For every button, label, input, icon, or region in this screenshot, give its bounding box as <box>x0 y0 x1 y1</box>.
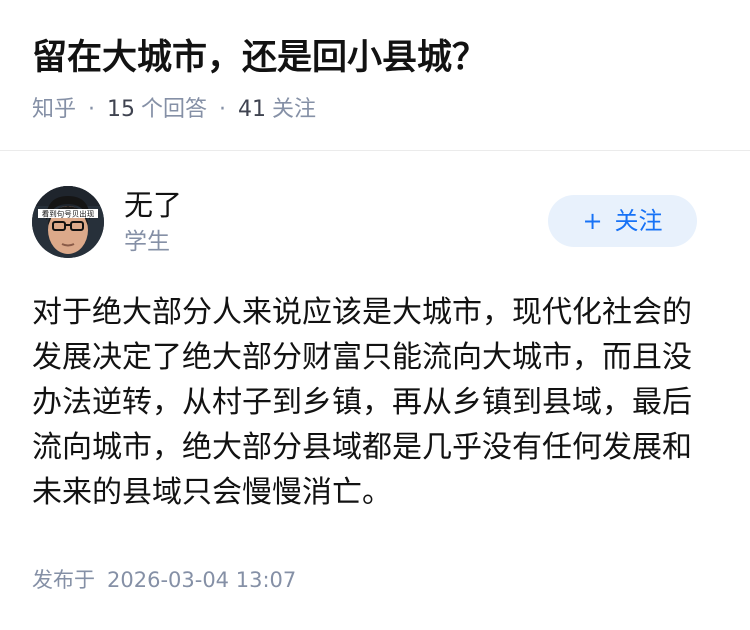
published-label: 发布于 <box>32 568 95 592</box>
author-name[interactable]: 无了 <box>124 186 182 224</box>
question-meta: 知乎 · 15 个回答 · 41 关注 <box>32 94 316 126</box>
answer-count: 15 <box>107 97 136 122</box>
avatar[interactable]: 看到句号贝出现 <box>32 186 104 258</box>
answer-count-label: 个回答 <box>141 97 208 122</box>
follow-count-label: 关注 <box>272 97 317 122</box>
answer-content: 对于绝大部分人来说应该是大城市，现代化社会的发展决定了绝大部分财富只能流向大城市… <box>32 295 692 510</box>
published-time: 2026-03-04 13:07 <box>107 568 297 592</box>
avatar-image: 看到句号贝出现 <box>32 186 104 258</box>
question-header: 留在大城市，还是回小县城？ 知乎 · 15 个回答 · 41 关注 <box>0 0 750 151</box>
question-title[interactable]: 留在大城市，还是回小县城？ <box>32 34 487 82</box>
author-row: 看到句号贝出现 无了 学生 + 关注 <box>32 186 718 260</box>
follow-button-label: 关注 <box>614 207 663 235</box>
meta-separator: · <box>88 97 96 122</box>
author-bio: 学生 <box>124 229 170 255</box>
source-label[interactable]: 知乎 <box>32 97 76 122</box>
plus-icon: + <box>582 207 603 235</box>
avatar-caption: 看到句号贝出现 <box>42 209 95 219</box>
answer-publish-info: 发布于 2026-03-04 13:07 <box>32 565 296 595</box>
follow-count: 41 <box>238 97 267 122</box>
meta-separator: · <box>219 97 227 122</box>
follow-button[interactable]: + 关注 <box>548 195 697 247</box>
